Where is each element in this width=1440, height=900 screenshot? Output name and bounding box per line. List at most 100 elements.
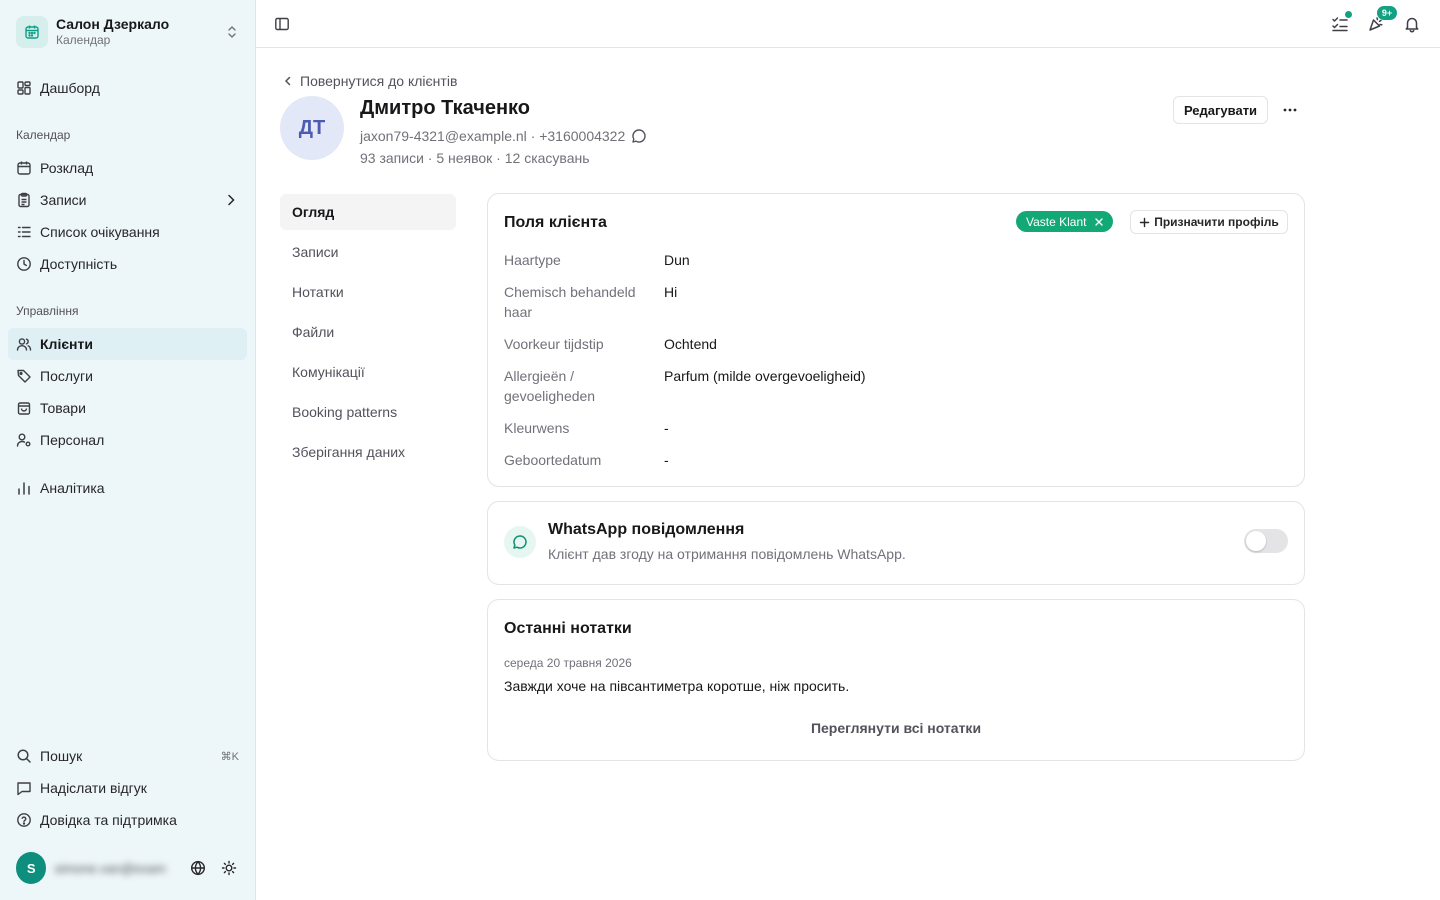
sidebar: Салон Дзеркало Календар Дашборд Календар… [0,0,256,900]
avatar[interactable]: S [16,852,47,884]
field-value: - [664,420,669,436]
clock-icon [16,256,32,272]
sidebar-item-label: Надіслати відгук [40,780,147,796]
clipboard-list-icon [16,192,32,208]
field-label: Chemisch behandeld haar [504,284,636,320]
list-ordered-icon [16,224,32,240]
assign-profile-label: Призначити профіль [1154,215,1279,229]
tab-overview[interactable]: Огляд [280,194,456,230]
sidebar-item-services[interactable]: Послуги [8,360,247,392]
back-label: Повернутися до клієнтів [300,73,458,89]
client-phone[interactable]: +3160004322 [539,128,625,144]
shopping-bag-icon [16,400,32,416]
message-circle-icon[interactable] [625,128,647,144]
whatsapp-card: WhatsApp повідомлення Клієнт дав згоду н… [487,501,1305,585]
sidebar-item-feedback[interactable]: Надіслати відгук [8,772,247,804]
card-title: Поля клієнта [504,214,607,231]
field-label: Voorkeur tijdstip [504,336,604,352]
recent-notes-card: Останні нотатки середа 20 травня 2026 За… [487,599,1305,761]
tag-icon [16,368,32,384]
tab-notes[interactable]: Нотатки [280,274,456,310]
sidebar-item-help[interactable]: Довідка та підтримка [8,804,247,836]
plus-icon [1140,217,1150,227]
sidebar-item-label: Клієнти [40,336,93,352]
sidebar-item-label: Товари [40,400,86,416]
whatsapp-toggle[interactable] [1244,529,1288,553]
edit-button[interactable]: Редагувати [1173,96,1268,124]
client-fields-card: Поля клієнта Vaste Klant Призначити проф… [487,193,1305,487]
globe-icon[interactable] [183,852,213,884]
more-horizontal-icon[interactable] [1276,96,1304,124]
layout-dashboard-icon [16,80,32,96]
sidebar-item-label: Пошук [40,748,83,764]
message-square-icon [16,780,32,796]
whatsapp-title: WhatsApp повідомлення [548,521,745,538]
user-menu[interactable]: S simone.van@example.nl [16,852,244,884]
tab-appointments[interactable]: Записи [280,234,456,270]
back-to-clients-link[interactable]: Повернутися до клієнтів [282,73,457,89]
sidebar-item-availability[interactable]: Доступність [8,248,247,280]
notification-badge: 9+ [1377,6,1397,20]
sidebar-item-dashboard[interactable]: Дашборд [8,72,247,104]
sidebar-item-waitlist[interactable]: Список очікування [8,216,247,248]
assign-profile-button[interactable]: Призначити профіль [1130,210,1288,234]
tasks-indicator [1344,10,1353,19]
tab-files[interactable]: Файли [280,314,456,350]
note-text: Завжди хоче на півсантиметра коротше, ні… [504,678,850,694]
sidebar-item-label: Аналітика [40,480,105,496]
field-row: Kleurwens - [504,418,1284,438]
field-label: Allergieën / gevoeligheden [504,368,596,404]
sidebar-item-search[interactable]: Пошук ⌘K [8,740,247,772]
sidebar-item-label: Довідка та підтримка [40,812,177,828]
client-stats: 93 записи · 5 неявок · 12 скасувань [360,150,590,166]
tab-booking-patterns[interactable]: Booking patterns [280,394,456,430]
sidebar-item-appointments[interactable]: Записи [8,184,247,216]
sidebar-item-label: Записи [40,192,87,208]
tab-data-retention[interactable]: Зберігання даних [280,434,456,470]
sidebar-item-label: Розклад [40,160,94,176]
sidebar-item-staff[interactable]: Персонал [8,424,247,456]
workspace-switcher[interactable]: Салон Дзеркало Календар [8,8,248,56]
user-email: simone.van@example.nl [54,860,166,876]
calendar-icon [16,160,32,176]
sidebar-item-label: Персонал [40,432,105,448]
sidebar-item-products[interactable]: Товари [8,392,247,424]
calendar-icon [16,16,48,48]
bar-chart-icon [16,480,32,496]
workspace-subtitle: Календар [56,33,111,47]
field-value: - [664,452,669,468]
chevron-left-icon [284,76,291,86]
profile-tag: Vaste Klant [1016,211,1114,232]
field-row: Voorkeur tijdstip Ochtend [504,334,1284,354]
field-value: Parfum (milde overgevoeligheid) [664,368,866,384]
sidebar-group-management: Управління [16,304,79,318]
client-email[interactable]: jaxon79-4321@example.nl [360,128,527,144]
sun-icon[interactable] [214,852,244,884]
chevrons-up-down-icon [224,24,240,40]
field-label: Geboortedatum [504,452,602,468]
sidebar-group-calendar: Календар [16,128,71,142]
tab-communications[interactable]: Комунікації [280,354,456,390]
sidebar-item-clients[interactable]: Клієнти [8,328,247,360]
view-all-notes-link[interactable]: Переглянути всі нотатки [488,720,1304,736]
toggle-knob [1246,531,1266,551]
message-circle-icon [504,526,536,558]
sidebar-item-analytics[interactable]: Аналітика [8,472,247,504]
profile-tag-label: Vaste Klant [1026,214,1087,229]
search-icon [16,748,32,764]
users-icon [16,336,32,352]
field-row: Allergieën / gevoeligheden Parfum (milde… [504,366,1284,406]
party-popper-icon[interactable]: 9+ [1364,6,1397,36]
sidebar-toggle-icon[interactable] [270,12,294,36]
field-label: Haartype [504,252,561,268]
workspace-name: Салон Дзеркало [56,16,170,32]
close-icon[interactable] [1094,217,1104,227]
user-cog-icon [16,432,32,448]
field-row: Chemisch behandeld haar Hi [504,282,1284,322]
sidebar-item-schedule[interactable]: Розклад [8,152,247,184]
whatsapp-description: Клієнт дав згоду на отримання повідомлен… [548,546,906,562]
sidebar-item-label: Послуги [40,368,93,384]
bell-icon[interactable] [1400,12,1424,36]
field-label: Kleurwens [504,420,570,436]
tasks-icon[interactable] [1328,10,1353,36]
